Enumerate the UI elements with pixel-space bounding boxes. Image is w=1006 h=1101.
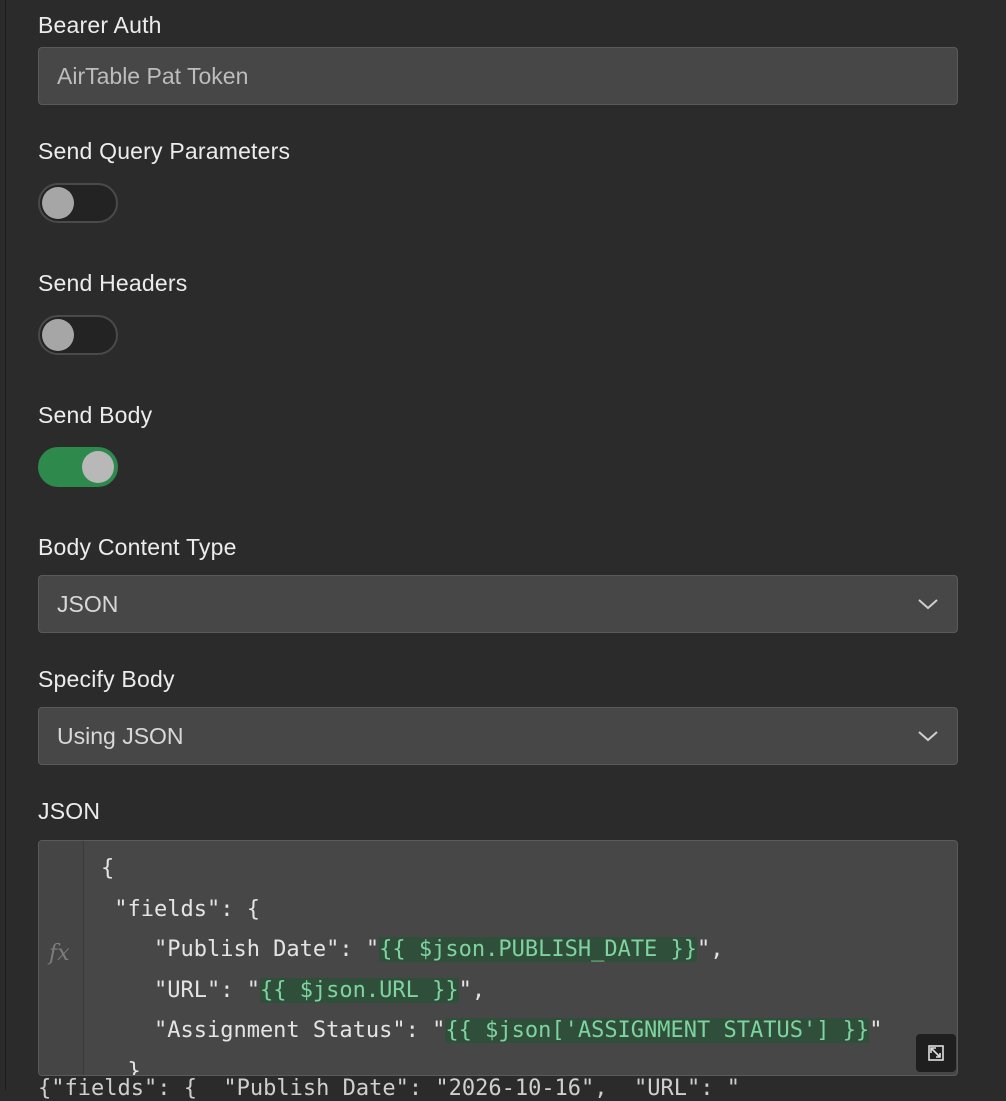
expand-icon (928, 1045, 944, 1061)
code-line: "Assignment Status": "{{ $json['ASSIGNME… (101, 1011, 882, 1052)
body-content-type-select[interactable]: JSON (38, 575, 958, 633)
specify-body-select[interactable]: Using JSON (38, 707, 958, 765)
expand-editor-button[interactable] (916, 1034, 956, 1072)
fx-icon: fx (49, 941, 70, 966)
json-label: JSON (38, 798, 101, 824)
json-code-editor[interactable]: fx { "fields": { "Publish Date": "{{ $js… (38, 840, 958, 1076)
code-line: { (101, 849, 882, 890)
toggle-knob (42, 319, 74, 351)
send-headers-label: Send Headers (38, 270, 188, 296)
send-body-toggle[interactable] (38, 447, 118, 487)
code-line: "Publish Date": "{{ $json.PUBLISH_DATE }… (101, 930, 882, 971)
expression-gutter: fx (39, 841, 84, 1075)
code-line: } (101, 1052, 882, 1076)
send-query-parameters-toggle[interactable] (38, 183, 118, 223)
expression-token: {{ $json.PUBLISH_DATE }} (379, 937, 698, 962)
toggle-knob (82, 451, 114, 483)
body-content-type-label: Body Content Type (38, 534, 237, 560)
bearer-auth-value: AirTable Pat Token (57, 62, 249, 89)
code-text: "Publish Date": " (101, 937, 380, 962)
expression-token: {{ $json['ASSIGNMENT STATUS'] }} (445, 1018, 870, 1043)
json-result-preview: {"fields": { "Publish Date": "2026-10-16… (38, 1076, 740, 1101)
specify-body-label: Specify Body (38, 666, 175, 692)
code-text: "URL": " (101, 977, 260, 1003)
code-text: ", (697, 937, 724, 962)
code-text: ", (458, 977, 486, 1003)
send-body-label: Send Body (38, 402, 153, 428)
parameters-panel: Bearer Auth AirTable Pat Token Send Quer… (5, 0, 1006, 1101)
expression-token: {{ $json.URL }} (259, 977, 459, 1003)
toggle-knob (42, 187, 74, 219)
chevron-down-icon (918, 731, 938, 742)
send-query-parameters-label: Send Query Parameters (38, 138, 291, 164)
body-content-type-value: JSON (57, 590, 119, 617)
bearer-auth-label: Bearer Auth (38, 12, 162, 38)
specify-body-value: Using JSON (57, 722, 184, 749)
code-line: "fields": { (101, 890, 882, 931)
code-text: } (101, 1058, 141, 1076)
code-text: " (869, 1018, 883, 1043)
chevron-down-icon (918, 599, 938, 610)
json-code-lines[interactable]: { "fields": { "Publish Date": "{{ $json.… (101, 849, 882, 1076)
code-text: "fields": { (101, 896, 260, 922)
bearer-auth-credential-field[interactable]: AirTable Pat Token (38, 47, 958, 105)
code-text: "Assignment Status": " (101, 1018, 446, 1043)
send-headers-toggle[interactable] (38, 315, 118, 355)
code-line: "URL": "{{ $json.URL }}", (101, 971, 882, 1012)
code-text: { (101, 856, 115, 881)
